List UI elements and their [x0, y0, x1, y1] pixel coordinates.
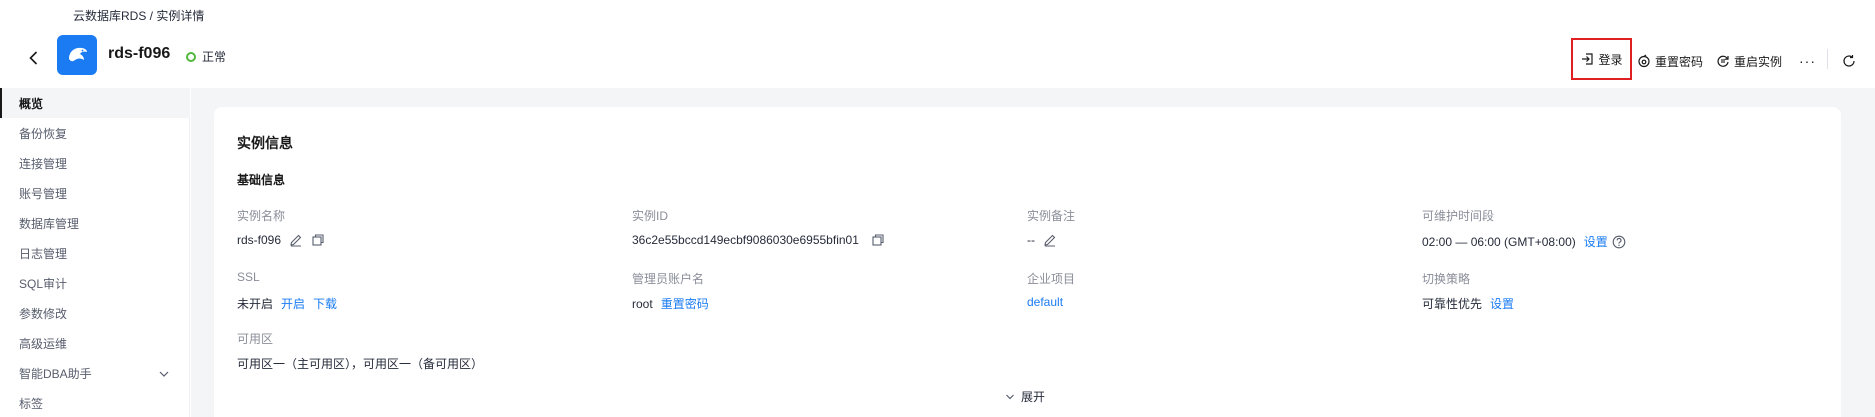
sidebar-item-label: 参数修改 — [19, 306, 68, 321]
reset-password-button[interactable]: 重置密码 — [1637, 47, 1703, 75]
sidebar-nav: 概览 备份恢复 连接管理 账号管理 数据库管理 日志管理 SQL审计 参数修改 … — [0, 88, 190, 417]
sidebar-item-parameters[interactable]: 参数修改 — [0, 298, 190, 328]
az-text: 可用区一（主可用区），可用区一（备可用区） — [237, 357, 484, 371]
remark-label: 实例备注 — [1027, 209, 1076, 223]
sidebar-item-label: 备份恢复 — [19, 126, 68, 141]
maintenance-value: 02:00 — 06:00 (GMT+08:00) 设置 — [1422, 233, 1626, 250]
sidebar-item-label: SQL审计 — [19, 276, 68, 291]
expand-label: 展开 — [1021, 390, 1046, 404]
project-link[interactable]: default — [1027, 295, 1063, 309]
switch-value: 可靠性优先 设置 — [1422, 295, 1514, 312]
instance-id-label: 实例ID — [632, 209, 669, 223]
switch-settings-link[interactable]: 设置 — [1490, 295, 1514, 312]
login-icon — [1582, 53, 1594, 65]
sidebar-item-connection[interactable]: 连接管理 — [0, 148, 190, 178]
sidebar-item-accounts[interactable]: 账号管理 — [0, 178, 190, 208]
sidebar-item-advanced-ops[interactable]: 高级运维 — [0, 328, 190, 358]
edit-icon[interactable] — [1043, 233, 1057, 247]
switch-label: 切换策略 — [1422, 272, 1471, 286]
edit-icon[interactable] — [289, 233, 303, 247]
refresh-button[interactable] — [1842, 47, 1856, 75]
instance-name-value: rds-f096 — [237, 233, 325, 247]
card-title: 实例信息 — [237, 135, 293, 151]
az-label: 可用区 — [237, 332, 274, 346]
expand-button[interactable]: 展开 — [1005, 388, 1045, 405]
sidebar-item-tags[interactable]: 标签 — [0, 388, 190, 417]
ssl-label: SSL — [237, 270, 260, 284]
restart-label: 重启实例 — [1734, 54, 1783, 69]
sidebar-item-label: 账号管理 — [19, 186, 68, 201]
rds-logo — [57, 35, 97, 75]
dolphin-icon — [69, 47, 87, 62]
sidebar-item-sql-audit[interactable]: SQL审计 — [0, 268, 190, 298]
sidebar-item-label: 高级运维 — [19, 336, 68, 351]
copy-icon[interactable] — [311, 233, 325, 247]
chevron-down-icon — [1006, 394, 1014, 399]
restart-instance-button[interactable]: 重启实例 — [1716, 47, 1782, 75]
sidebar-item-label: 概览 — [19, 96, 44, 111]
status-text: 正常 — [202, 50, 227, 64]
sidebar-item-label: 标签 — [19, 396, 44, 411]
ssl-text: 未开启 — [237, 297, 274, 311]
admin-label: 管理员账户名 — [632, 272, 705, 286]
instance-title: rds-f096 — [108, 45, 171, 62]
maintenance-label: 可维护时间段 — [1422, 209, 1495, 223]
header-divider — [1827, 49, 1828, 69]
project-label: 企业项目 — [1027, 272, 1076, 286]
sidebar-item-databases[interactable]: 数据库管理 — [0, 208, 190, 238]
login-button[interactable]: 登录 — [1571, 38, 1632, 80]
remark-value: -- — [1027, 233, 1057, 247]
back-arrow-icon[interactable] — [24, 48, 44, 68]
breadcrumb: 云数据库RDS / 实例详情 — [73, 9, 205, 23]
reset-password-label: 重置密码 — [1655, 54, 1704, 69]
restart-icon — [1717, 55, 1729, 67]
instance-id-text: 36c2e55bccd149ecbf9086030e6955bfin01 — [632, 233, 859, 247]
login-label: 登录 — [1598, 52, 1623, 67]
switch-text: 可靠性优先 — [1422, 297, 1483, 311]
help-icon[interactable] — [1612, 235, 1626, 249]
sidebar-item-label: 数据库管理 — [19, 216, 80, 231]
az-value: 可用区一（主可用区），可用区一（备可用区） — [237, 355, 483, 372]
ssl-enable-link[interactable]: 开启 — [281, 295, 305, 312]
instance-id-value: 36c2e55bccd149ecbf9086030e6955bfin01 — [632, 233, 885, 247]
status-ok-icon — [186, 51, 196, 62]
project-value: default — [1027, 295, 1063, 309]
admin-text: root — [632, 296, 653, 311]
maintenance-text: 02:00 — 06:00 (GMT+08:00) — [1422, 234, 1576, 249]
maintenance-settings-link[interactable]: 设置 — [1584, 233, 1608, 250]
chevron-down-icon — [159, 371, 169, 377]
admin-reset-password-link[interactable]: 重置密码 — [661, 295, 709, 312]
status-badge: 正常 — [186, 48, 226, 65]
reset-password-icon — [1638, 54, 1650, 68]
ssl-value: 未开启 开启 下载 — [237, 295, 337, 312]
sidebar-item-label: 智能DBA助手 — [19, 366, 92, 381]
copy-icon[interactable] — [871, 233, 885, 247]
section-title: 基础信息 — [237, 173, 286, 187]
sidebar-item-backup[interactable]: 备份恢复 — [0, 118, 190, 148]
sidebar-item-label: 连接管理 — [19, 156, 68, 171]
more-actions-button[interactable]: ··· — [1799, 47, 1816, 75]
ssl-download-link[interactable]: 下载 — [313, 295, 337, 312]
sidebar-item-dba-assistant[interactable]: 智能DBA助手 — [0, 358, 190, 388]
sidebar-item-overview[interactable]: 概览 — [0, 88, 190, 118]
sidebar-item-logs[interactable]: 日志管理 — [0, 238, 190, 268]
remark-text: -- — [1027, 233, 1035, 247]
instance-name-label: 实例名称 — [237, 209, 286, 223]
sidebar-item-label: 日志管理 — [19, 246, 68, 261]
admin-value: root 重置密码 — [632, 295, 709, 312]
refresh-icon — [1843, 55, 1855, 67]
instance-name-text: rds-f096 — [237, 233, 282, 247]
